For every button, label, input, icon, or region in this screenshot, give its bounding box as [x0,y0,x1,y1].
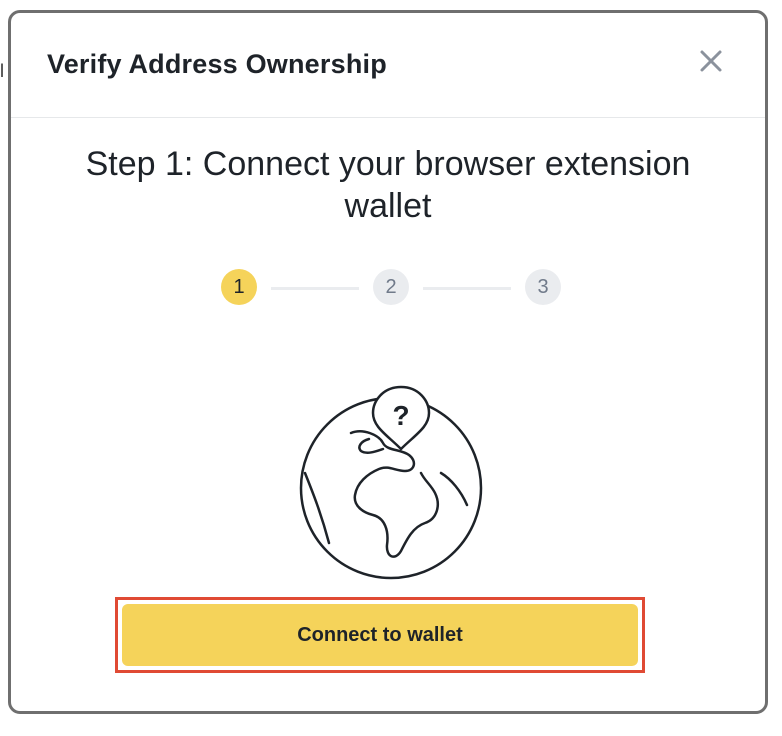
step-indicator-3: 3 [525,269,561,305]
step-heading: Step 1: Connect your browser extension w… [85,145,691,225]
close-icon [700,50,722,72]
modal-header: Verify Address Ownership [11,13,765,118]
stepper: 1 2 3 [11,269,765,309]
step-indicator-1: 1 [221,269,257,305]
step-connector [271,287,359,290]
step-indicator-2: 2 [373,269,409,305]
backdrop-text-fragment: l [0,61,4,81]
connect-to-wallet-button[interactable]: Connect to wallet [122,604,638,666]
close-button[interactable] [697,47,725,75]
modal-title: Verify Address Ownership [47,49,387,79]
svg-text:?: ? [392,400,409,431]
globe-question-icon: ? [291,353,491,583]
step-connector [423,287,511,290]
